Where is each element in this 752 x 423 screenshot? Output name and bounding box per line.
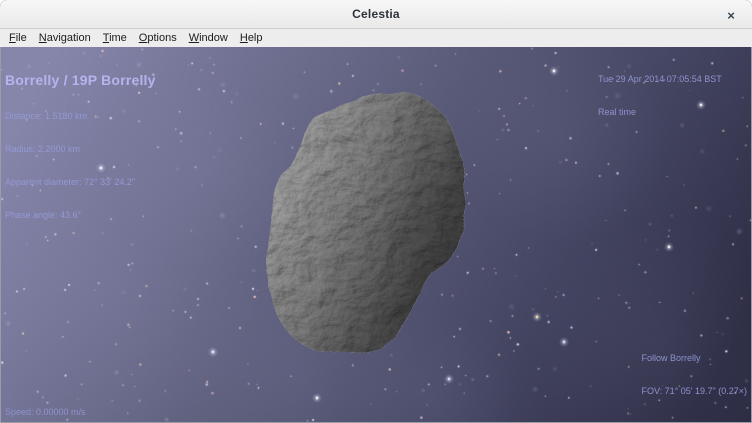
follow-status-text: Follow Borrelly: [642, 353, 748, 364]
title-bar[interactable]: Celestia ×: [0, 0, 752, 29]
window-title: Celestia: [0, 7, 752, 21]
time-mode-text: Real time: [598, 107, 722, 118]
space-viewport[interactable]: Borrelly / 19P Borrelly Distance: 1.5180…: [1, 47, 751, 422]
speed-text: Speed: 0.00000 m/s: [5, 407, 86, 418]
object-title: Borrelly / 19P Borrelly: [5, 72, 156, 89]
menu-item-window[interactable]: Window: [185, 31, 232, 45]
menu-item-time[interactable]: Time: [99, 31, 131, 45]
celestia-window: Celestia × File Navigation Time Options Wind…: [0, 0, 752, 423]
object-radius: Radius: 2.2000 km: [5, 144, 156, 155]
object-apparent-diameter: Apparent diameter: 72° 33' 24.2": [5, 177, 156, 188]
object-info-panel: Borrelly / 19P Borrelly Distance: 1.5180…: [5, 50, 156, 243]
time-panel: Tue 29 Apr 2014 07:05:54 BST Real time: [598, 52, 722, 140]
menu-item-navigation[interactable]: Navigation: [35, 31, 95, 45]
menu-bar: File Navigation Time Options Window Help: [0, 29, 752, 47]
fov-text: FOV: 71° 05' 19.7" (0.27×): [642, 386, 748, 397]
tracking-panel: Follow Borrelly FOV: 71° 05' 19.7" (0.27…: [642, 331, 748, 419]
datetime-text: Tue 29 Apr 2014 07:05:54 BST: [598, 74, 722, 85]
object-phase-angle: Phase angle: 43.6°: [5, 210, 156, 221]
menu-item-file[interactable]: File: [5, 31, 31, 45]
close-icon: ×: [727, 8, 735, 23]
menu-item-help[interactable]: Help: [236, 31, 267, 45]
menu-item-options[interactable]: Options: [135, 31, 181, 45]
comet-shape: [268, 91, 463, 352]
object-distance: Distance: 1.5180 km: [5, 111, 156, 122]
close-button[interactable]: ×: [720, 4, 742, 26]
